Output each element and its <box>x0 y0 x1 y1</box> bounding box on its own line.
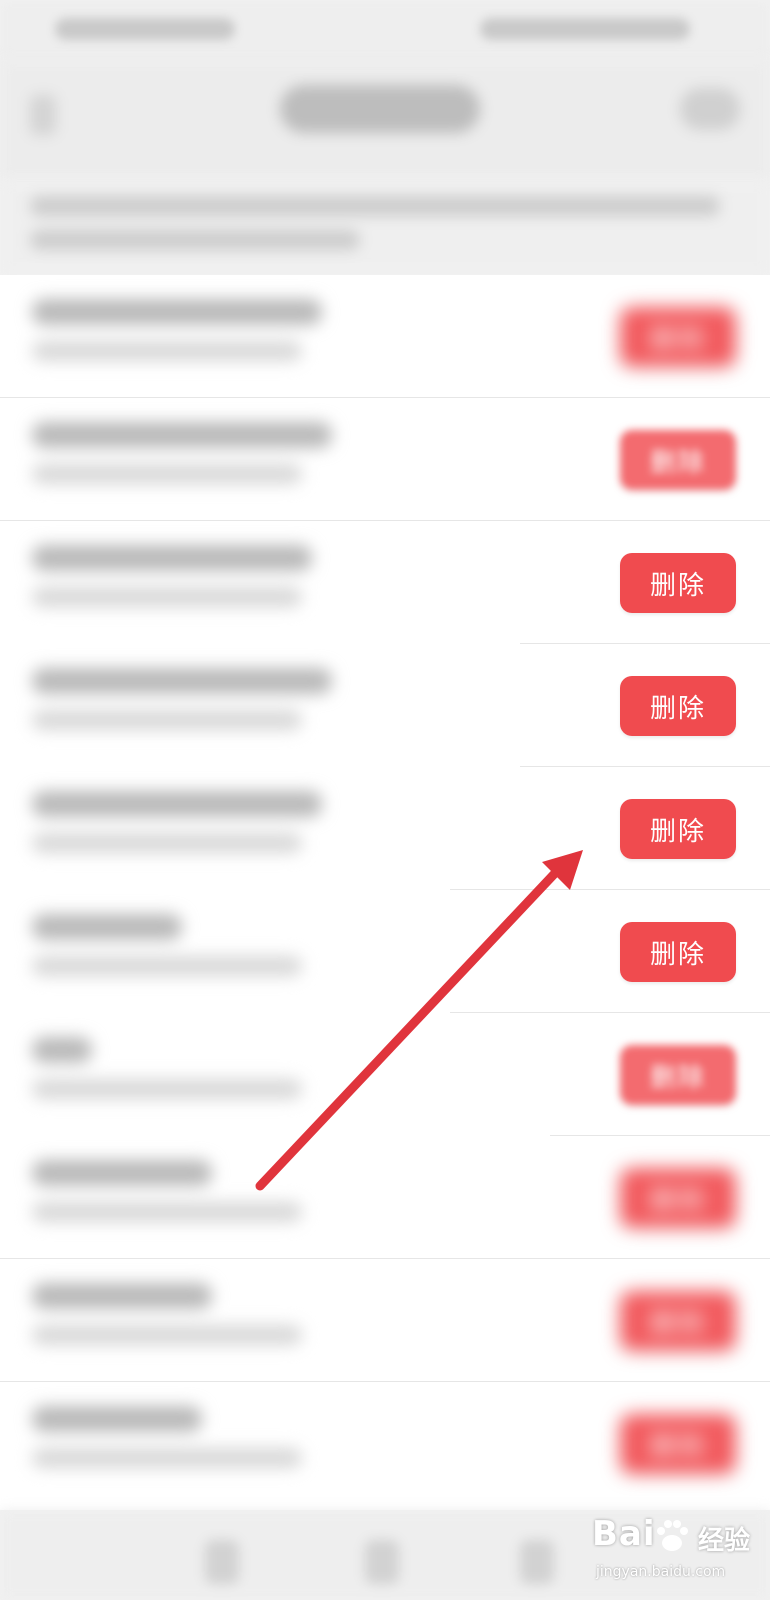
delete-button[interactable]: 删除 <box>620 799 736 859</box>
item-subtitle-blurred <box>32 833 302 853</box>
item-subtitle-blurred <box>32 1079 302 1099</box>
item-title-blurred <box>32 422 332 448</box>
delete-button[interactable]: 删除 <box>620 1168 736 1228</box>
item-title-blurred <box>32 299 322 325</box>
list-item: 删除 <box>0 644 770 767</box>
baidu-paw-icon <box>657 1520 688 1551</box>
delete-button[interactable]: 删除 <box>620 307 736 367</box>
notice-text-blurred <box>0 180 770 275</box>
delete-button[interactable]: 删除 <box>620 1045 736 1105</box>
device-list: 删除 删除 删除 删除 删除 删除 删除 删除 删除 删除 <box>0 275 770 1510</box>
item-title-blurred <box>32 1037 92 1063</box>
bottom-icon-3[interactable] <box>520 1540 554 1584</box>
delete-button[interactable]: 删除 <box>620 1414 736 1474</box>
list-item-text-blurred <box>32 658 352 748</box>
title-bar <box>0 60 770 180</box>
status-icons-blurred <box>480 18 690 40</box>
list-item-text-blurred <box>32 1150 352 1240</box>
notice-line-2 <box>30 230 360 250</box>
list-item-text-blurred <box>32 904 352 994</box>
status-bar <box>0 0 770 60</box>
list-item: 删除 <box>0 521 770 644</box>
item-subtitle-blurred <box>32 1202 302 1222</box>
list-item-text-blurred <box>32 781 352 871</box>
item-subtitle-blurred <box>32 1448 302 1468</box>
list-item-text-blurred <box>32 1273 352 1363</box>
item-subtitle-blurred <box>32 956 302 976</box>
list-item-text-blurred <box>32 1027 352 1117</box>
list-item-text-blurred <box>32 1396 352 1486</box>
watermark-url: jingyan.baidu.com <box>596 1564 726 1580</box>
notice-line-1 <box>30 196 720 216</box>
status-time-blurred <box>55 18 235 40</box>
list-item-text-blurred <box>32 535 352 625</box>
item-title-blurred <box>32 914 182 940</box>
list-item: 删除 <box>0 398 770 521</box>
list-item: 删除 <box>0 1136 770 1259</box>
list-item: 删除 <box>0 767 770 890</box>
watermark-suffix: 经验 <box>698 1526 751 1556</box>
list-item: 删除 <box>0 890 770 1013</box>
delete-button[interactable]: 删除 <box>620 922 736 982</box>
back-icon[interactable] <box>30 95 56 135</box>
item-title-blurred <box>32 1406 202 1432</box>
item-title-blurred <box>32 545 312 571</box>
list-item-text-blurred <box>32 412 352 502</box>
header-action-button[interactable] <box>680 88 740 130</box>
list-item: 删除 <box>0 1259 770 1382</box>
delete-button[interactable]: 删除 <box>620 1291 736 1351</box>
delete-button[interactable]: 删除 <box>620 430 736 490</box>
item-title-blurred <box>32 1160 212 1186</box>
item-title-blurred <box>32 1283 212 1309</box>
delete-button[interactable]: 删除 <box>620 676 736 736</box>
item-subtitle-blurred <box>32 587 302 607</box>
bottom-icon-1[interactable] <box>205 1540 239 1584</box>
list-item: 删除 <box>0 1013 770 1136</box>
bottom-icon-2[interactable] <box>365 1540 399 1584</box>
list-item-text-blurred <box>32 289 352 379</box>
delete-button[interactable]: 删除 <box>620 553 736 613</box>
item-subtitle-blurred <box>32 710 302 730</box>
item-title-blurred <box>32 791 322 817</box>
list-item: 删除 <box>0 1382 770 1505</box>
watermark-brand: Bai <box>592 1514 656 1554</box>
item-subtitle-blurred <box>32 1325 302 1345</box>
item-title-blurred <box>32 668 332 694</box>
baidu-jingyan-watermark: Bai 经验 jingyan.baidu.com <box>590 1514 760 1594</box>
list-item: 删除 <box>0 275 770 398</box>
item-subtitle-blurred <box>32 341 302 361</box>
page-title-blurred <box>280 85 480 133</box>
item-subtitle-blurred <box>32 464 302 484</box>
